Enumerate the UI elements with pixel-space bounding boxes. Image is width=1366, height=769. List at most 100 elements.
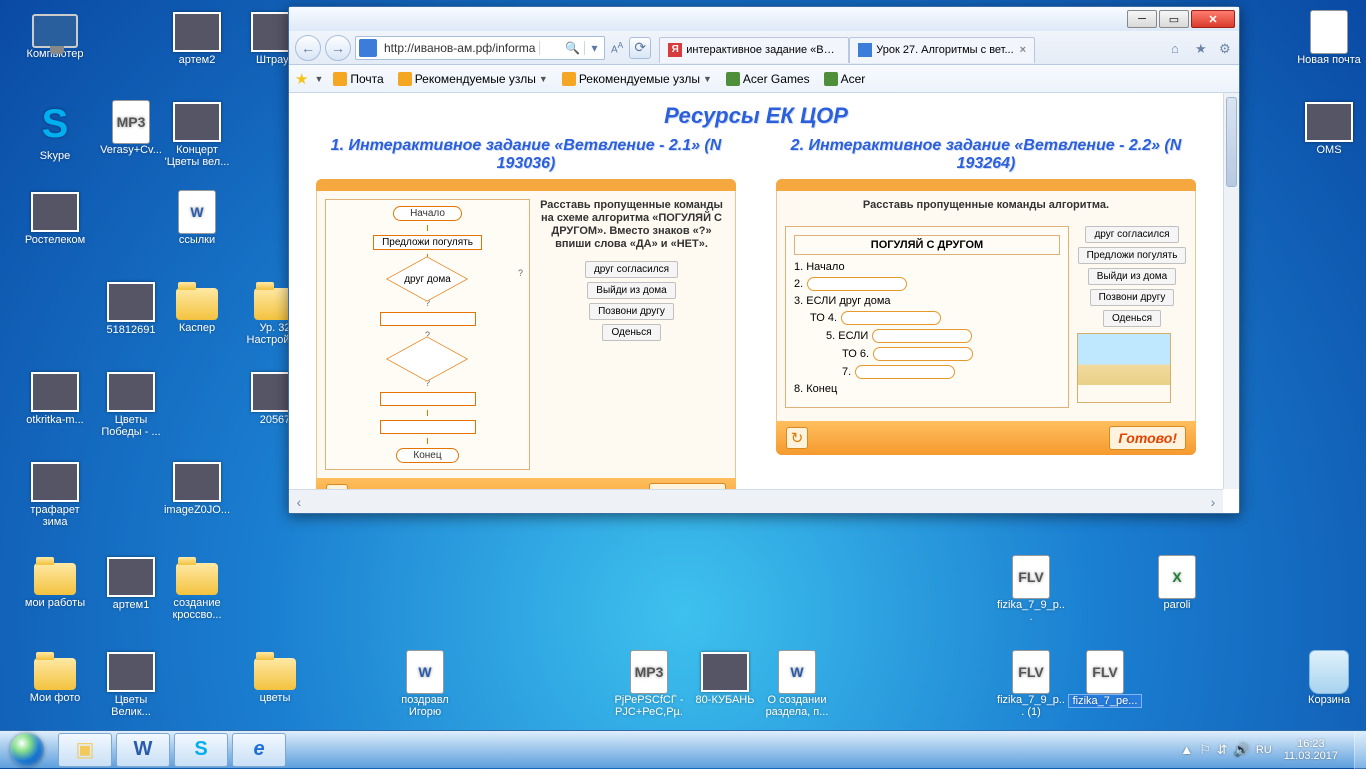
tray-up-icon[interactable]: ▲ <box>1180 742 1193 757</box>
address-bar[interactable]: http://иванов-ам.рф/informa 🔍 ▾ <box>355 36 605 60</box>
icon-label: мои работы <box>18 597 92 609</box>
flow-cond2[interactable] <box>376 344 480 374</box>
draggable-chip[interactable]: Выйди из дома <box>587 282 675 299</box>
vertical-scrollbar[interactable] <box>1223 93 1239 489</box>
desktop-icon[interactable]: Мои фото <box>18 650 92 704</box>
hscroll-left[interactable]: ‹ <box>289 494 309 510</box>
search-icon[interactable]: 🔍 <box>539 41 584 55</box>
dropdown-icon[interactable]: ▾ <box>584 41 604 55</box>
desktop-icon[interactable]: OMS <box>1292 100 1366 156</box>
fav-games-label: Acer Games <box>743 72 810 86</box>
flowchart: Начало Предложи погулять друг дома ? ? <box>325 199 530 470</box>
forward-button[interactable]: → <box>325 35 351 61</box>
taskbar-word[interactable]: W <box>116 733 170 767</box>
drop-slot[interactable] <box>872 329 972 343</box>
flow-slot-3[interactable] <box>380 420 476 434</box>
desktop-icon[interactable]: Цветы Победы - ... <box>94 370 168 438</box>
draggable-chip[interactable]: друг согласился <box>1085 226 1178 243</box>
desktop-icon[interactable]: Ростелеком <box>18 190 92 246</box>
add-favorite-icon[interactable]: ★ <box>295 70 308 88</box>
desktop-icon[interactable]: создание кроссво... <box>160 555 234 621</box>
desktop-icon[interactable]: Концерт 'Цветы вел... <box>160 100 234 168</box>
desktop-icon[interactable]: Цветы Велик... <box>94 650 168 718</box>
tray-lang[interactable]: RU <box>1256 744 1272 756</box>
desktop-icon[interactable]: 80-КУБАНЬ <box>688 650 762 706</box>
desktop-icon[interactable]: Xparoli <box>1140 555 1214 611</box>
desktop-icon[interactable]: Каспер <box>160 280 234 334</box>
start-button[interactable] <box>0 731 54 769</box>
tray-clock[interactable]: 16:23 11.03.2017 <box>1278 738 1344 762</box>
desktop-icon[interactable]: Wпоздравл Игорю <box>388 650 462 718</box>
draggable-chip[interactable]: Оденься <box>602 324 660 341</box>
desktop-icon[interactable]: трафарет зима <box>18 460 92 528</box>
tab-label: интерактивное задание «Ветв... <box>686 44 840 56</box>
desktop-icon[interactable]: SSkype <box>18 100 92 162</box>
desktop-icon[interactable]: WО создании раздела, п... <box>760 650 834 718</box>
fav-acer[interactable]: Acer <box>820 70 870 88</box>
draggable-chip[interactable]: Выйди из дома <box>1088 268 1176 285</box>
horizontal-scrollbar[interactable]: ‹ › <box>289 489 1223 513</box>
desktop-icon[interactable]: imageZ0JO... <box>160 460 234 516</box>
show-desktop-button[interactable] <box>1354 731 1366 769</box>
draggable-chip[interactable]: Позвони другу <box>1090 289 1175 306</box>
tools-icon[interactable]: ⚙ <box>1219 41 1233 55</box>
desktop-icon[interactable]: otkritka-m... <box>18 370 92 426</box>
ready-button-2[interactable]: Готово! <box>1109 426 1186 450</box>
desktop-icon[interactable]: 51812691 <box>94 280 168 336</box>
draggable-chip[interactable]: Оденься <box>1103 310 1161 327</box>
close-button[interactable]: ✕ <box>1191 10 1235 28</box>
algo-step: 5. ЕСЛИ <box>794 329 1060 343</box>
icon-label: Мои фото <box>18 692 92 704</box>
window-titlebar[interactable]: ─ ▭ ✕ <box>289 7 1239 31</box>
browser-tab[interactable]: Урок 27. Алгоритмы с вет...× <box>849 37 1035 63</box>
desktop-icon[interactable]: Компьютер <box>18 10 92 60</box>
desktop-icon[interactable]: FLVfizika_7_9_p... <box>994 555 1068 623</box>
drop-slot[interactable] <box>807 277 907 291</box>
reset-button-2[interactable]: ↻ <box>786 427 808 449</box>
desktop-icon[interactable]: MP3Verasy+Cv... <box>94 100 168 156</box>
tab-close-icon[interactable]: × <box>1020 44 1026 56</box>
icon-label: fizika_7_pe... <box>1068 694 1142 708</box>
minimize-button[interactable]: ─ <box>1127 10 1157 28</box>
tray-network-icon[interactable]: ⇵ <box>1217 742 1228 758</box>
fav-acer-games[interactable]: Acer Games <box>722 70 814 88</box>
hscroll-right[interactable]: › <box>1203 494 1223 510</box>
tray-volume-icon[interactable]: 🔊 <box>1234 742 1250 758</box>
drop-slot[interactable] <box>873 347 973 361</box>
desktop-icon[interactable]: артем1 <box>94 555 168 611</box>
fav-recommended-1[interactable]: Рекомендуемые узлы ▼ <box>394 70 552 88</box>
fav-dropdown-icon[interactable]: ▼ <box>314 74 323 84</box>
vscroll-thumb[interactable] <box>1226 97 1237 187</box>
desktop-icon[interactable]: Новая почта <box>1292 10 1366 66</box>
desktop-icon[interactable]: цветы <box>238 650 312 704</box>
taskbar-skype[interactable]: S <box>174 733 228 767</box>
icon-label: Ростелеком <box>18 234 92 246</box>
draggable-chip[interactable]: друг согласился <box>585 261 678 278</box>
tray-flag-icon[interactable]: ⚐ <box>1199 742 1211 758</box>
taskbar-explorer[interactable]: ▣ <box>58 733 112 767</box>
flow-start: Начало <box>393 206 462 221</box>
draggable-chip[interactable]: Позвони другу <box>589 303 674 320</box>
drop-slot[interactable] <box>855 365 955 379</box>
desktop-icon[interactable]: FLVfizika_7_pe... <box>1068 650 1142 708</box>
desktop-icon[interactable]: Wссылки <box>160 190 234 246</box>
maximize-button[interactable]: ▭ <box>1159 10 1189 28</box>
desktop-icon[interactable]: мои работы <box>18 555 92 609</box>
desktop-icon[interactable]: FLVfizika_7_9_p... (1) <box>994 650 1068 718</box>
flow-slot-1[interactable] <box>380 312 476 326</box>
desktop-icon[interactable]: MP3РјРеPSCfСЃ - РЈС+РеС,Рµ... <box>612 650 686 718</box>
flow-slot-2[interactable] <box>380 392 476 406</box>
back-button[interactable]: ← <box>295 35 321 61</box>
fav-recommended-2[interactable]: Рекомендуемые узлы ▼ <box>558 70 716 88</box>
favorites-icon[interactable]: ★ <box>1195 41 1209 55</box>
refresh-button[interactable]: ⟳ <box>629 37 651 59</box>
taskbar-ie[interactable]: e <box>232 733 286 767</box>
browser-tab[interactable]: Яинтерактивное задание «Ветв... <box>659 37 849 63</box>
desktop-icon[interactable]: артем2 <box>160 10 234 66</box>
fav-mail[interactable]: Почта <box>329 70 387 88</box>
drop-slot[interactable] <box>841 311 941 325</box>
compat-icon[interactable]: AA <box>609 40 625 55</box>
draggable-chip[interactable]: Предложи погулять <box>1078 247 1187 264</box>
desktop-icon[interactable]: Корзина <box>1292 650 1366 706</box>
home-icon[interactable]: ⌂ <box>1171 41 1185 55</box>
